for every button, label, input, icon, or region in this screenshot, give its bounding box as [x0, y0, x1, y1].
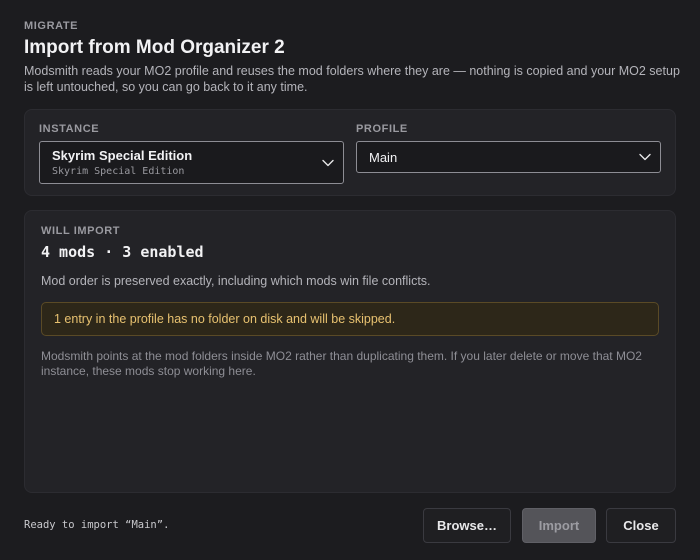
profile-select[interactable]: Main — [356, 141, 661, 173]
chevron-down-icon — [639, 153, 651, 161]
profile-label: PROFILE — [356, 123, 408, 135]
instance-path: Skyrim Special Edition — [52, 166, 185, 177]
missing-folder-warning: 1 entry in the profile has no folder on … — [41, 302, 659, 336]
profile-value: Main — [369, 150, 398, 165]
warning-text: 1 entry in the profile has no folder on … — [54, 312, 396, 326]
will-import-label: WILL IMPORT — [41, 225, 121, 237]
dialog-description: Modsmith reads your MO2 profile and reus… — [24, 64, 680, 94]
link-footnote: Modsmith points at the mod folders insid… — [41, 349, 642, 378]
instance-label: INSTANCE — [39, 123, 100, 135]
dialog-title: Import from Mod Organizer 2 — [24, 37, 285, 58]
close-button[interactable]: Close — [606, 508, 676, 543]
eyebrow-label: MIGRATE — [24, 20, 79, 32]
status-text: Ready to import “Main”. — [24, 519, 170, 531]
import-dialog: MIGRATE Import from Mod Organizer 2 Mods… — [0, 0, 700, 560]
source-card: INSTANCE Skyrim Special Edition Skyrim S… — [24, 109, 676, 196]
import-summary: 4 mods · 3 enabled — [41, 243, 204, 261]
browse-button[interactable]: Browse… — [423, 508, 511, 543]
chevron-down-icon — [322, 159, 334, 166]
import-summary-card: WILL IMPORT 4 mods · 3 enabled Mod order… — [24, 210, 676, 493]
instance-select[interactable]: Skyrim Special Edition Skyrim Special Ed… — [39, 141, 344, 184]
instance-name: Skyrim Special Edition — [52, 148, 193, 163]
order-note: Mod order is preserved exactly, includin… — [41, 274, 431, 288]
import-button[interactable]: Import — [522, 508, 596, 543]
